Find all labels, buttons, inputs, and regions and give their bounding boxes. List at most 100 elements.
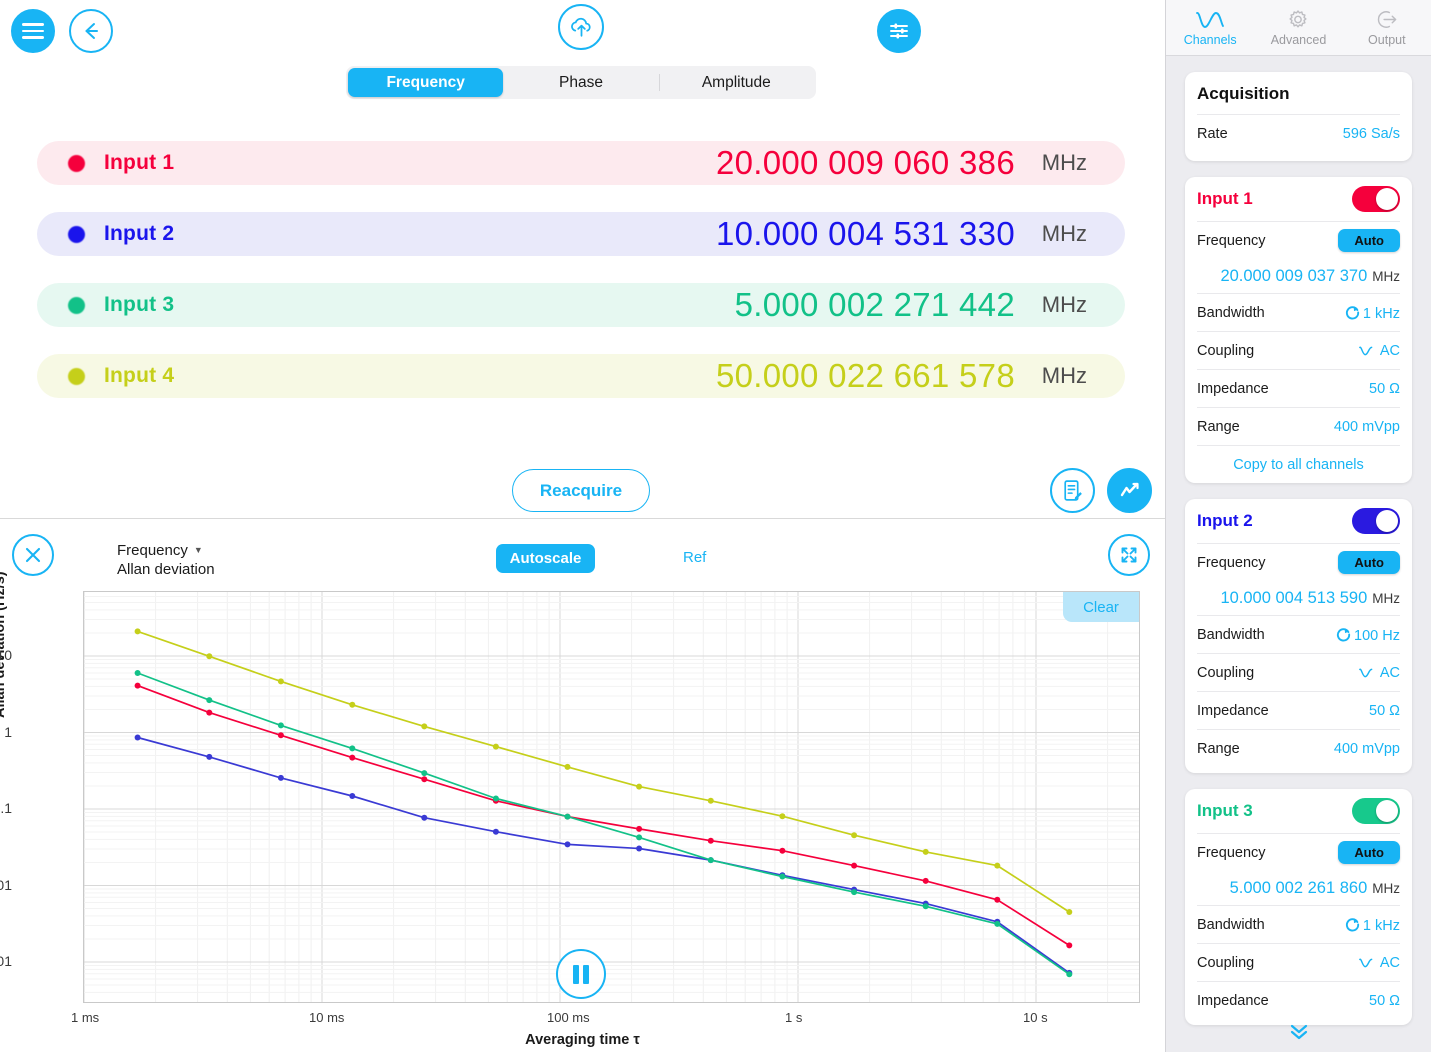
bandwidth-value-wrap: 100 Hz <box>1335 626 1400 644</box>
cloud-upload-button[interactable] <box>558 4 604 50</box>
series-point <box>278 732 284 738</box>
series-point <box>206 653 212 659</box>
readout-label: Input 3 <box>104 293 174 317</box>
coupling-value: AC <box>1380 665 1400 681</box>
ref-button[interactable]: Ref <box>683 549 706 566</box>
arrow-left-icon <box>79 19 103 43</box>
series-point <box>779 848 785 854</box>
bandwidth-row[interactable]: Bandwidth 100 Hz <box>1197 615 1400 653</box>
refresh-icon <box>1344 304 1361 321</box>
readout-unit: MHz <box>1042 363 1087 389</box>
readout-row-input-2[interactable]: Input 210.000 004 531 330MHz <box>37 212 1125 256</box>
coupling-value-wrap: AC <box>1358 343 1400 359</box>
series-point <box>994 863 1000 869</box>
frequency-value: 10.000 004 513 590 <box>1220 589 1367 608</box>
menu-button[interactable] <box>11 9 55 53</box>
coupling-row[interactable]: CouplingAC <box>1197 653 1400 691</box>
readout-dot <box>68 368 85 385</box>
impedance-value: 50 Ω <box>1369 703 1400 719</box>
series-point <box>421 776 427 782</box>
series-point <box>278 775 284 781</box>
mode-segmented-control[interactable]: Frequency Phase Amplitude <box>346 66 816 99</box>
tab-advanced[interactable]: Advanced <box>1254 0 1342 55</box>
acquisition-rate-row[interactable]: Rate 596 Sa/s <box>1197 114 1400 152</box>
autoscale-button[interactable]: Autoscale <box>496 544 595 573</box>
frequency-auto-button[interactable]: Auto <box>1338 229 1400 252</box>
readout-value: 50.000 022 661 578 <box>716 357 1015 395</box>
readout-row-input-3[interactable]: Input 35.000 002 271 442MHz <box>37 283 1125 327</box>
impedance-row[interactable]: Impedance50 Ω <box>1197 369 1400 407</box>
frequency-auto-button[interactable]: Auto <box>1338 551 1400 574</box>
coupling-label: Coupling <box>1197 343 1254 359</box>
readout-value: 20.000 009 060 386 <box>716 144 1015 182</box>
coupling-value: AC <box>1380 955 1400 971</box>
cloud-upload-icon <box>568 14 595 41</box>
tab-output[interactable]: Output <box>1343 0 1431 55</box>
pause-button[interactable] <box>556 949 606 999</box>
impedance-value: 50 Ω <box>1369 381 1400 397</box>
readout-unit: MHz <box>1042 292 1087 318</box>
frequency-auto-button[interactable]: Auto <box>1338 841 1400 864</box>
tab-frequency[interactable]: Frequency <box>348 68 503 97</box>
log-button[interactable] <box>1050 468 1095 513</box>
channel-enable-toggle[interactable] <box>1352 508 1400 534</box>
frequency-row[interactable]: FrequencyAuto <box>1197 833 1400 871</box>
series-point <box>349 745 355 751</box>
range-row[interactable]: Range400 mVpp <box>1197 729 1400 767</box>
sidebar: Channels Advanced Output Acquisition Rat… <box>1165 0 1431 1052</box>
series-point <box>135 735 141 741</box>
settings-sliders-button[interactable] <box>877 9 921 53</box>
reacquire-button[interactable]: Reacquire <box>512 469 650 512</box>
plot-grid <box>84 592 1139 1002</box>
impedance-label: Impedance <box>1197 703 1269 719</box>
tab-amplitude[interactable]: Amplitude <box>659 68 814 97</box>
series-point <box>278 722 284 728</box>
frequency-label: Frequency <box>1197 233 1266 249</box>
readout-row-input-1[interactable]: Input 120.000 009 060 386MHz <box>37 141 1125 185</box>
chevron-double-down-icon[interactable] <box>1166 1021 1431 1046</box>
series-point <box>135 628 141 634</box>
x-tick-label: 1 s <box>785 1010 802 1025</box>
acquisition-card: Acquisition Rate 596 Sa/s <box>1185 72 1412 161</box>
chart-title[interactable]: Frequency▼ Allan deviation <box>117 541 215 579</box>
channel-enable-toggle[interactable] <box>1352 186 1400 212</box>
tab-phase[interactable]: Phase <box>503 68 658 97</box>
channel-card-3: Input 3FrequencyAuto5.000 002 261 860MHz… <box>1185 789 1412 1025</box>
readout-row-input-4[interactable]: Input 450.000 022 661 578MHz <box>37 354 1125 398</box>
allan-deviation-plot[interactable]: Clear <box>83 591 1140 1003</box>
series-point <box>565 841 571 847</box>
channel-card-1: Input 1FrequencyAuto20.000 009 037 370MH… <box>1185 177 1412 483</box>
series-point <box>851 889 857 895</box>
series-point <box>708 838 714 844</box>
impedance-row[interactable]: Impedance 50 Ω <box>1197 691 1400 729</box>
frequency-row[interactable]: FrequencyAuto <box>1197 543 1400 581</box>
wave-icon <box>1193 9 1227 31</box>
section-divider <box>0 518 1165 519</box>
bandwidth-row[interactable]: Bandwidth1 kHz <box>1197 293 1400 331</box>
close-chart-button[interactable] <box>12 534 54 576</box>
back-button[interactable] <box>69 9 113 53</box>
ac-wave-icon <box>1358 344 1378 358</box>
coupling-value: AC <box>1380 343 1400 359</box>
bandwidth-row[interactable]: Bandwidth1 kHz <box>1197 905 1400 943</box>
coupling-row[interactable]: Coupling AC <box>1197 331 1400 369</box>
series-point <box>135 683 141 689</box>
series-point <box>1066 942 1072 948</box>
channel-enable-toggle[interactable] <box>1352 798 1400 824</box>
range-value: 400 mVpp <box>1334 741 1400 757</box>
clear-button[interactable]: Clear <box>1063 592 1139 622</box>
series-point <box>708 798 714 804</box>
chevron-down-icon: ▼ <box>194 545 203 555</box>
tab-channels[interactable]: Channels <box>1166 0 1254 55</box>
impedance-row[interactable]: Impedance50 Ω <box>1197 981 1400 1019</box>
channel-card-2: Input 2FrequencyAuto10.000 004 513 590MH… <box>1185 499 1412 773</box>
series-point <box>923 849 929 855</box>
toggle-knob <box>1376 800 1398 822</box>
coupling-row[interactable]: CouplingAC <box>1197 943 1400 981</box>
bandwidth-label: Bandwidth <box>1197 627 1265 643</box>
range-row[interactable]: Range400 mVpp <box>1197 407 1400 445</box>
copy-to-all-channels-button[interactable]: Copy to all channels <box>1197 445 1400 483</box>
expand-chart-button[interactable] <box>1108 534 1150 576</box>
frequency-row[interactable]: Frequency Auto <box>1197 221 1400 259</box>
trace-button[interactable] <box>1107 468 1152 513</box>
